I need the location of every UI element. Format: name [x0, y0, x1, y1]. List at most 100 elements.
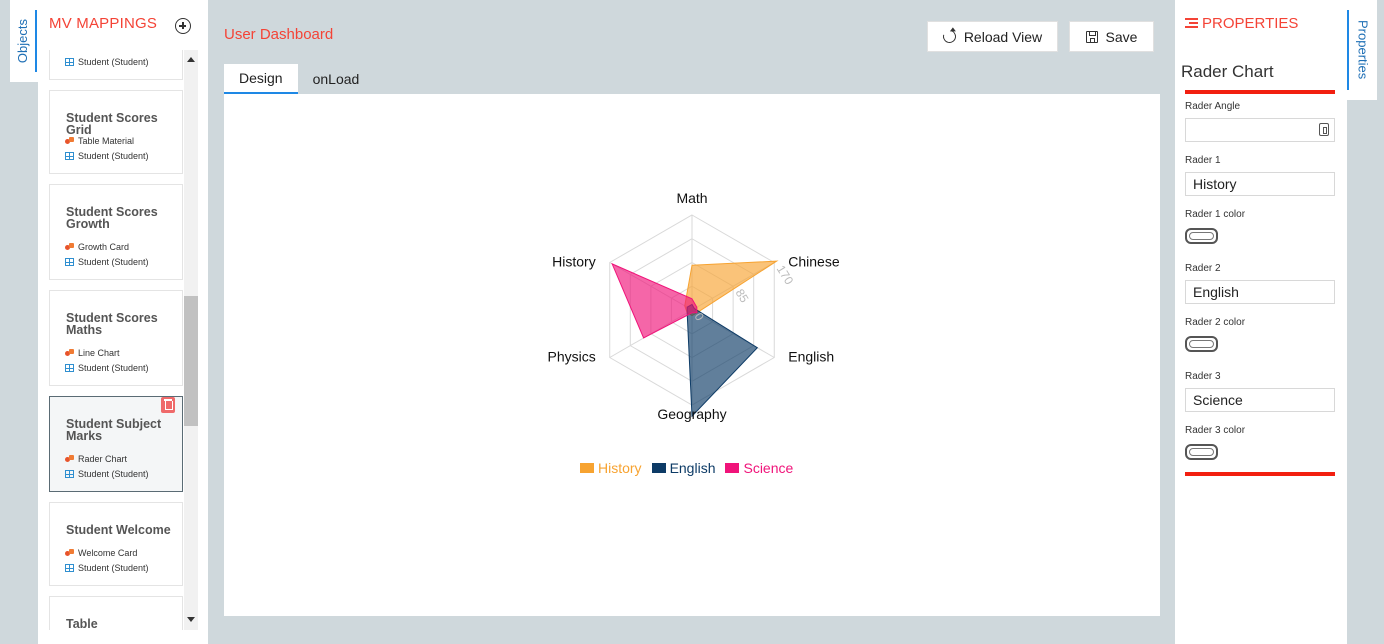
radar-axis-label: History	[552, 254, 596, 270]
legend-label: History	[598, 460, 642, 476]
add-mapping-icon[interactable]	[175, 18, 191, 34]
table-icon	[65, 258, 74, 266]
objects-tab-label: Objects	[15, 18, 30, 64]
rader1-input[interactable]: History	[1185, 172, 1335, 196]
heading-divider	[1185, 90, 1335, 94]
card-source-text: Student (Student)	[78, 57, 149, 67]
scrollbar-thumb[interactable]	[184, 296, 198, 426]
chart-component-icon	[65, 243, 74, 251]
rader2-color-label: Rader 2 color	[1185, 317, 1246, 328]
mapping-card[interactable]: Table	[49, 596, 183, 630]
properties-panel: PROPERTIES Rader Chart Rader Angle Rader…	[1175, 0, 1347, 644]
table-icon	[65, 470, 74, 478]
table-icon	[65, 152, 74, 160]
tab-onload[interactable]: onLoad	[298, 64, 375, 94]
rader3-color-picker[interactable]	[1185, 444, 1218, 460]
rader3-color-label: Rader 3 color	[1185, 425, 1246, 436]
card-component-text: Table Material	[78, 136, 135, 146]
legend-label: English	[669, 460, 716, 476]
mapping-card-selected[interactable]: Student Subject Marks Rader Chart Studen…	[49, 396, 183, 492]
rader1-label: Rader 1	[1185, 155, 1221, 166]
properties-title: PROPERTIES	[1185, 15, 1298, 32]
properties-menu-icon	[1185, 18, 1198, 29]
save-icon	[1085, 30, 1098, 43]
mapping-card[interactable]: Student Scores Maths Line Chart Student …	[49, 290, 183, 386]
card-title: Student Subject Marks	[66, 417, 162, 443]
radar-axis-label: English	[788, 349, 834, 365]
card-source: Student (Student)	[65, 469, 149, 479]
radar-tick-label: 85	[733, 286, 752, 305]
card-title: Student Scores Growth	[66, 205, 158, 231]
page-title: User Dashboard	[224, 26, 334, 43]
card-source-text: Student (Student)	[78, 363, 149, 373]
table-icon	[65, 564, 74, 572]
reload-view-label: Reload View	[963, 28, 1043, 45]
card-source: Student (Student)	[65, 257, 149, 267]
rader1-color-label: Rader 1 color	[1185, 209, 1246, 220]
card-component-text: Growth Card	[78, 242, 130, 252]
card-component: Line Chart	[65, 348, 120, 358]
legend-item-english[interactable]: English	[651, 460, 716, 476]
radar-chart[interactable]: 085170MathChineseEnglishGeographyPhysics…	[224, 94, 1160, 454]
properties-tab-label: Properties	[1355, 20, 1371, 80]
scroll-down-icon[interactable]	[184, 614, 198, 626]
reload-icon	[940, 27, 959, 46]
properties-title-text: PROPERTIES	[1202, 15, 1299, 32]
delete-icon[interactable]	[161, 397, 175, 413]
legend-swatch	[580, 463, 594, 473]
card-title: Table	[66, 617, 98, 630]
legend-swatch	[651, 463, 666, 473]
card-source-text: Student (Student)	[78, 257, 149, 267]
component-heading: Rader Chart	[1181, 62, 1274, 81]
tab-design[interactable]: Design	[224, 64, 298, 94]
rader1-color-picker[interactable]	[1185, 228, 1218, 244]
editor-tabs: Design onLoad	[224, 64, 374, 94]
save-label: Save	[1105, 28, 1138, 45]
rader3-input[interactable]: Science	[1185, 388, 1335, 412]
reload-view-button[interactable]: Reload View	[927, 21, 1058, 52]
chart-component-icon	[65, 549, 74, 557]
objects-tab[interactable]: Objects	[10, 10, 37, 72]
legend-label: Science	[743, 460, 794, 476]
mappings-list[interactable]: Student (Student) Student Scores Grid Ta…	[38, 50, 198, 630]
rader2-label: Rader 2	[1185, 263, 1221, 274]
legend-item-history[interactable]: History	[580, 460, 642, 476]
properties-tab[interactable]: Properties	[1347, 10, 1377, 90]
stepper-icon[interactable]	[1319, 123, 1329, 136]
card-component-text: Welcome Card	[78, 548, 138, 558]
chart-legend: History English Science	[580, 460, 793, 476]
card-title: Student Scores Maths	[66, 311, 158, 337]
properties-end-divider	[1185, 472, 1335, 476]
mapping-card[interactable]: Student Scores Grid Table Material Stude…	[49, 90, 183, 174]
rader2-color-picker[interactable]	[1185, 336, 1218, 352]
card-source: Student (Student)	[65, 151, 149, 161]
card-component: Welcome Card	[65, 548, 137, 558]
rader3-value: Science	[1193, 392, 1243, 408]
card-source-text: Student (Student)	[78, 151, 149, 161]
app-root: Objects MV MAPPINGS Student (Student) St…	[0, 0, 1384, 644]
mapping-card-partial[interactable]: Student (Student)	[49, 50, 183, 80]
chart-component-icon	[65, 455, 74, 463]
chart-component-icon	[65, 349, 74, 357]
card-component: Growth Card	[65, 242, 129, 252]
card-source: Student (Student)	[65, 57, 149, 67]
radar-axis-label: Geography	[657, 406, 726, 422]
legend-item-science[interactable]: Science	[725, 460, 793, 476]
mappings-title: MV MAPPINGS	[49, 15, 158, 32]
left-rail: Objects	[0, 0, 38, 644]
mapping-card[interactable]: Student Scores Growth Growth Card Studen…	[49, 184, 183, 280]
tab-design-label: Design	[239, 70, 283, 86]
rader2-input[interactable]: English	[1185, 280, 1335, 304]
card-title: Student Scores Grid	[66, 111, 158, 137]
rader2-value: English	[1193, 284, 1239, 300]
radar-axis-label: Math	[676, 190, 707, 206]
scroll-up-icon[interactable]	[184, 54, 198, 66]
chart-component-icon	[65, 137, 74, 145]
card-source: Student (Student)	[65, 363, 149, 373]
mappings-panel: MV MAPPINGS Student (Student) Student Sc…	[38, 0, 208, 644]
mapping-card[interactable]: Student Welcome Welcome Card Student (St…	[49, 502, 183, 586]
save-button[interactable]: Save	[1069, 21, 1154, 52]
rader-angle-input[interactable]	[1185, 118, 1335, 142]
card-component-text: Line Chart	[78, 348, 120, 358]
legend-swatch	[725, 463, 740, 473]
